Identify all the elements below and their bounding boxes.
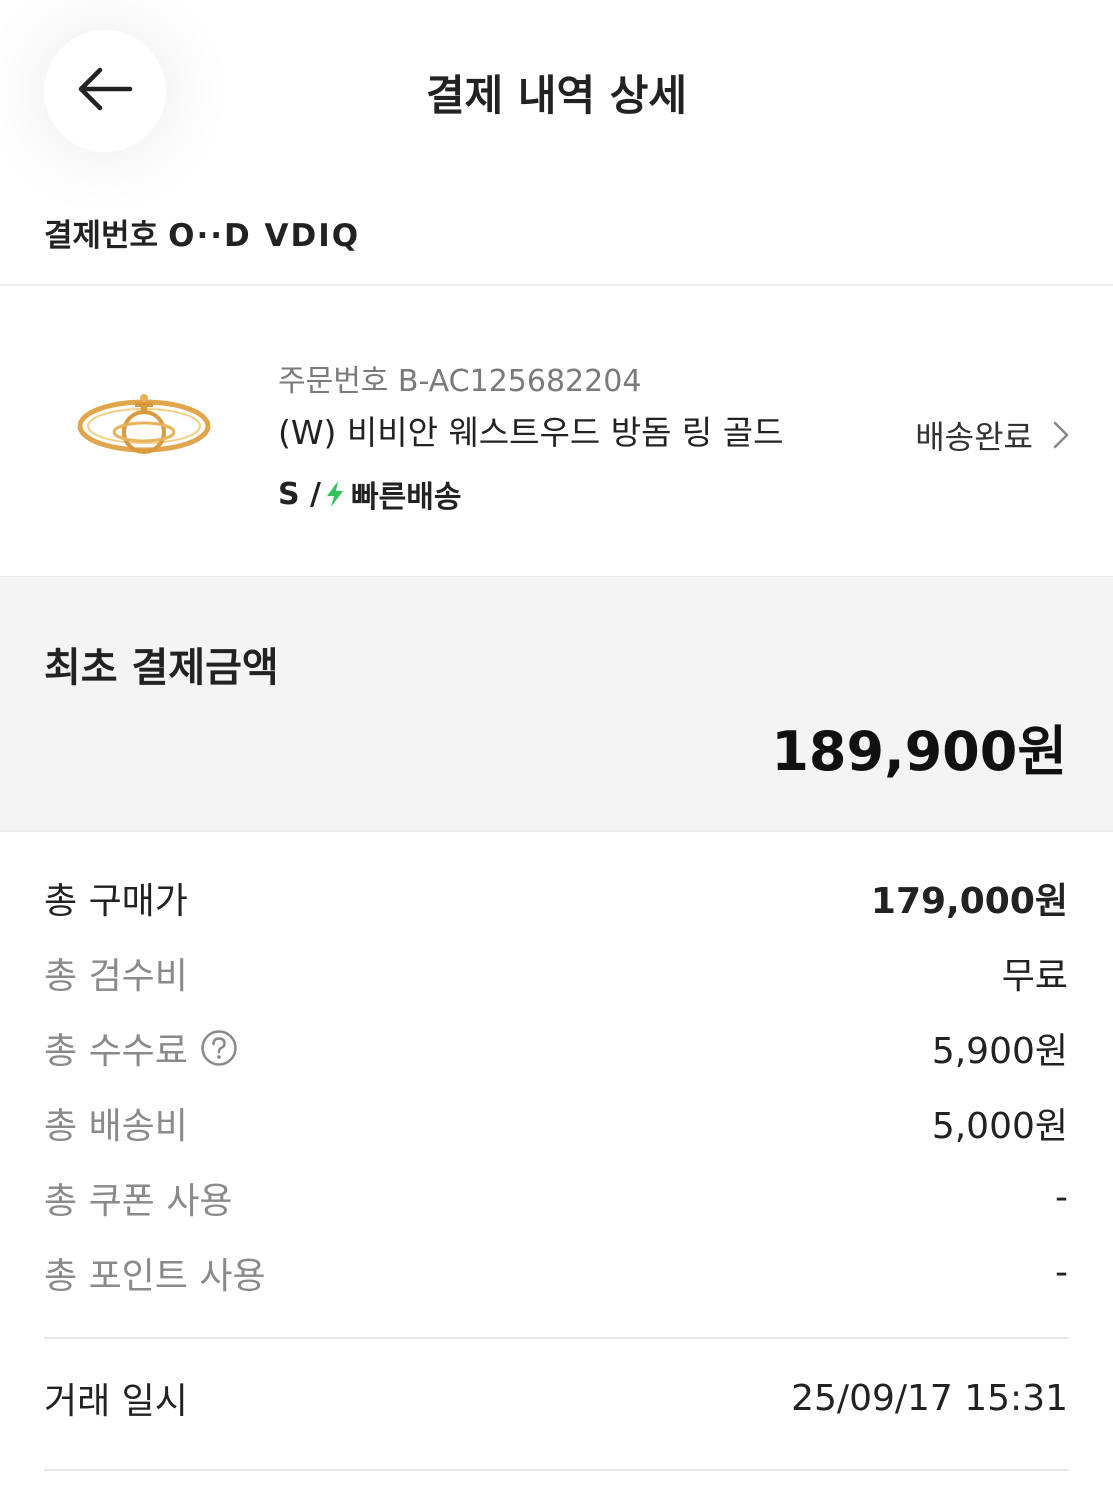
detail-row-points: 총 포인트 사용 - [44, 1235, 1068, 1310]
header: 결제 내역 상세 [0, 0, 1113, 180]
detail-row-coupon: 총 쿠폰 사용 - [44, 1160, 1068, 1235]
transaction-date-value: 25/09/17 15:31 [791, 1377, 1068, 1419]
detail-row-inspection-fee: 총 검수비 무료 [44, 935, 1068, 1010]
initial-payment-label: 최초 결제금액 [44, 645, 279, 691]
detail-label: 총 배송비 [44, 1105, 188, 1147]
divider [44, 1337, 1069, 1339]
detail-label: 총 검수비 [44, 955, 188, 997]
detail-label: 총 수수료 [44, 1030, 188, 1072]
payment-number-value: O··D VDIQ [168, 218, 361, 254]
detail-value: - [1055, 1252, 1068, 1293]
payment-number-label: 결제번호 [44, 218, 159, 254]
detail-row-total-price: 총 구매가 179,000원 [44, 860, 1068, 935]
detail-label: 총 구매가 [44, 880, 188, 922]
delivery-status-link[interactable]: 배송완료 [915, 412, 1069, 458]
detail-label: 총 포인트 사용 [44, 1255, 266, 1297]
initial-payment-summary: 최초 결제금액 189,900원 [0, 576, 1113, 832]
detail-value: 5,000원 [931, 1105, 1068, 1147]
payment-number: 결제번호 O··D VDIQ [44, 210, 360, 255]
detail-row-commission: 총 수수료 5,900원 [44, 1010, 1068, 1085]
lightning-icon [325, 480, 345, 508]
divider [44, 1469, 1069, 1471]
detail-value: 5,900원 [931, 1030, 1068, 1072]
payment-details: 총 구매가 179,000원 총 검수비 무료 총 수수료 5,900원 총 배… [44, 860, 1068, 1310]
chevron-right-icon [1053, 421, 1069, 449]
page-title: 결제 내역 상세 [425, 71, 688, 120]
detail-label: 총 쿠폰 사용 [44, 1180, 233, 1222]
size-label: S / [278, 476, 322, 512]
order-number: 주문번호 B-AC125682204 [278, 364, 642, 399]
help-icon[interactable] [200, 1029, 238, 1067]
transaction-date-label: 거래 일시 [44, 1381, 188, 1422]
product-name: (W) 비비안 웨스트우드 방돔 링 골드 [278, 413, 784, 452]
transaction-date-row: 거래 일시 25/09/17 15:31 [44, 1372, 1068, 1424]
initial-payment-amount: 189,900원 [771, 720, 1067, 783]
product-thumbnail [72, 390, 217, 462]
delivery-status: 배송완료 [915, 418, 1033, 456]
detail-row-shipping-fee: 총 배송비 5,000원 [44, 1085, 1068, 1160]
product-option: S / 빠른배송 [278, 472, 461, 516]
product-card[interactable]: 주문번호 B-AC125682204 (W) 비비안 웨스트우드 방돔 링 골드… [0, 286, 1113, 576]
detail-value: 무료 [1001, 955, 1068, 997]
detail-value: - [1055, 1177, 1068, 1218]
detail-value: 179,000원 [870, 880, 1068, 922]
detail-label-wrap: 총 수수료 [44, 1022, 238, 1074]
fast-shipping-label: 빠른배송 [351, 480, 462, 515]
